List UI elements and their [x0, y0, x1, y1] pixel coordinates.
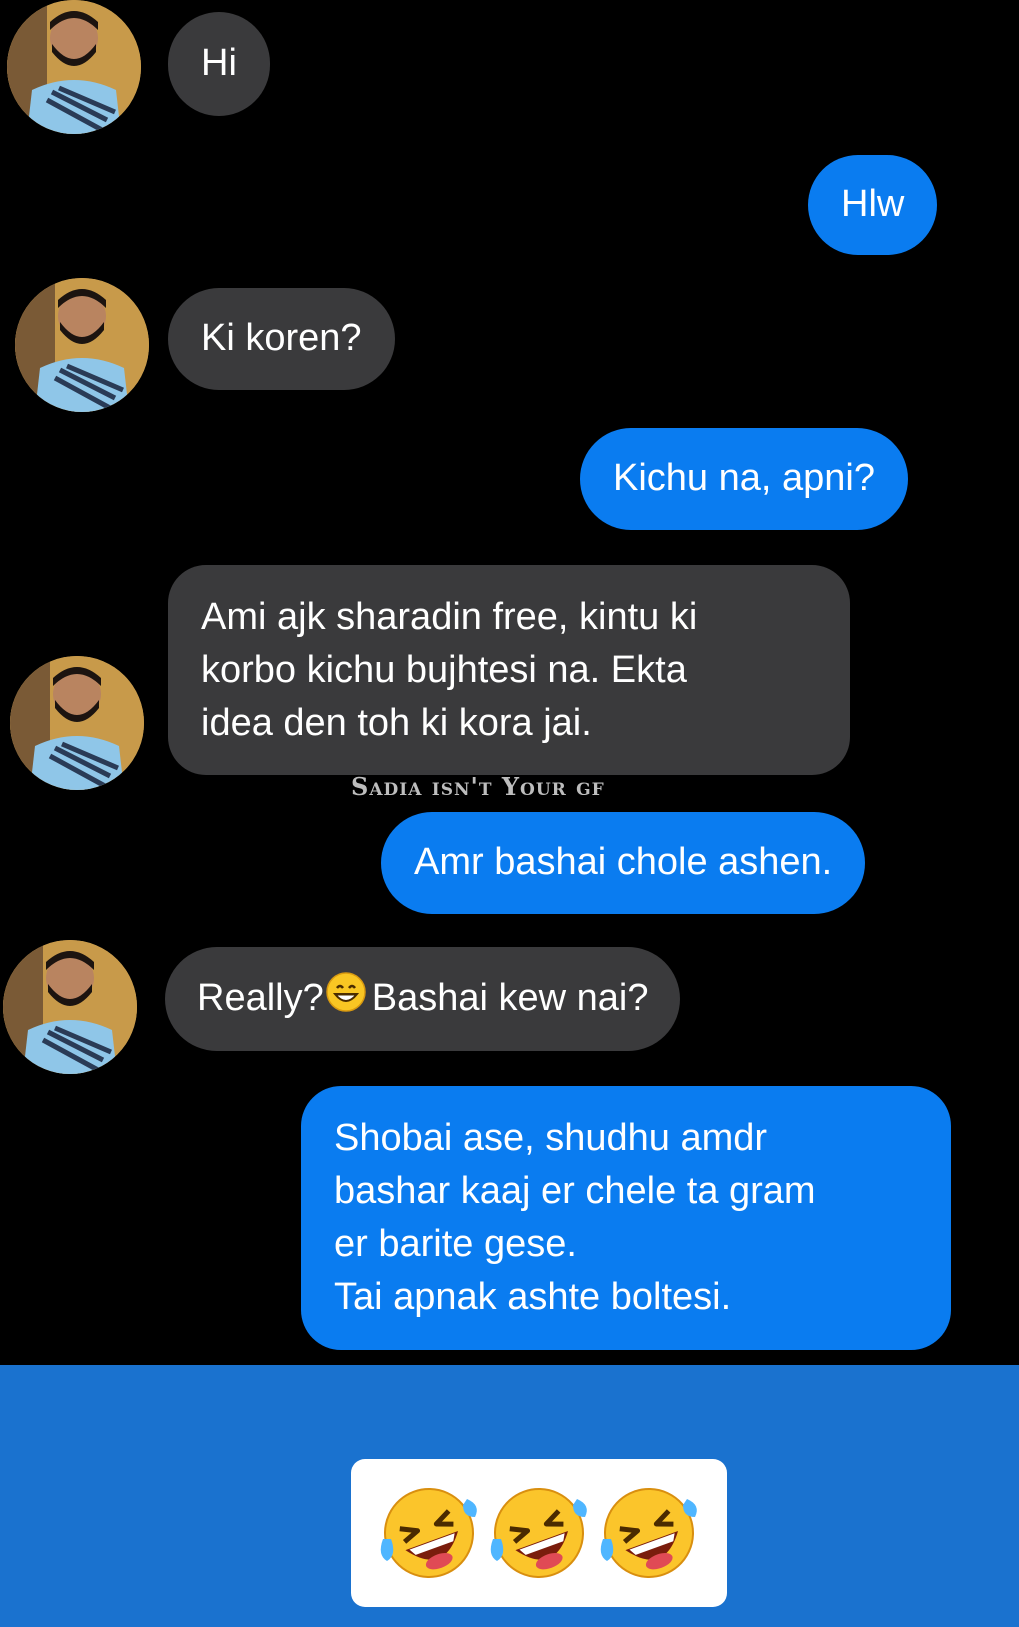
- reaction-card: [351, 1459, 727, 1607]
- incoming-message[interactable]: Ami ajk sharadin free, kintu ki korbo ki…: [168, 565, 850, 775]
- incoming-message[interactable]: Ki koren?: [168, 288, 395, 390]
- incoming-message[interactable]: Really? Bashai kew nai?: [165, 947, 681, 1051]
- grinning-face-emoji-icon: [325, 972, 366, 1027]
- outgoing-message[interactable]: Hlw: [808, 155, 938, 255]
- contact-avatar[interactable]: [7, 0, 141, 134]
- person-photo-icon: [15, 278, 149, 412]
- rolling-on-the-floor-laughing-icon: [377, 1481, 481, 1590]
- person-photo-icon: [3, 940, 137, 1074]
- person-photo-icon: [10, 656, 144, 790]
- message-text: Really?: [197, 977, 324, 1019]
- rolling-on-the-floor-laughing-icon: [487, 1481, 591, 1590]
- message-text: Bashai kew nai?: [371, 977, 649, 1019]
- watermark: Sadia isn't Your gf: [351, 772, 605, 801]
- contact-avatar[interactable]: [10, 656, 144, 790]
- outgoing-message[interactable]: Amr bashai chole ashen.: [381, 812, 866, 914]
- chat-thread: Hi Hlw Ki koren? Kichu na, apni? Ami ajk…: [0, 0, 1019, 1365]
- contact-avatar[interactable]: [3, 940, 137, 1074]
- rolling-on-the-floor-laughing-icon: [597, 1481, 701, 1590]
- outgoing-message[interactable]: Shobai ase, shudhu amdr bashar kaaj er c…: [301, 1086, 951, 1350]
- outgoing-message[interactable]: Kichu na, apni?: [580, 428, 908, 530]
- contact-avatar[interactable]: [15, 278, 149, 412]
- person-photo-icon: [7, 0, 141, 134]
- incoming-message[interactable]: Hi: [168, 12, 270, 116]
